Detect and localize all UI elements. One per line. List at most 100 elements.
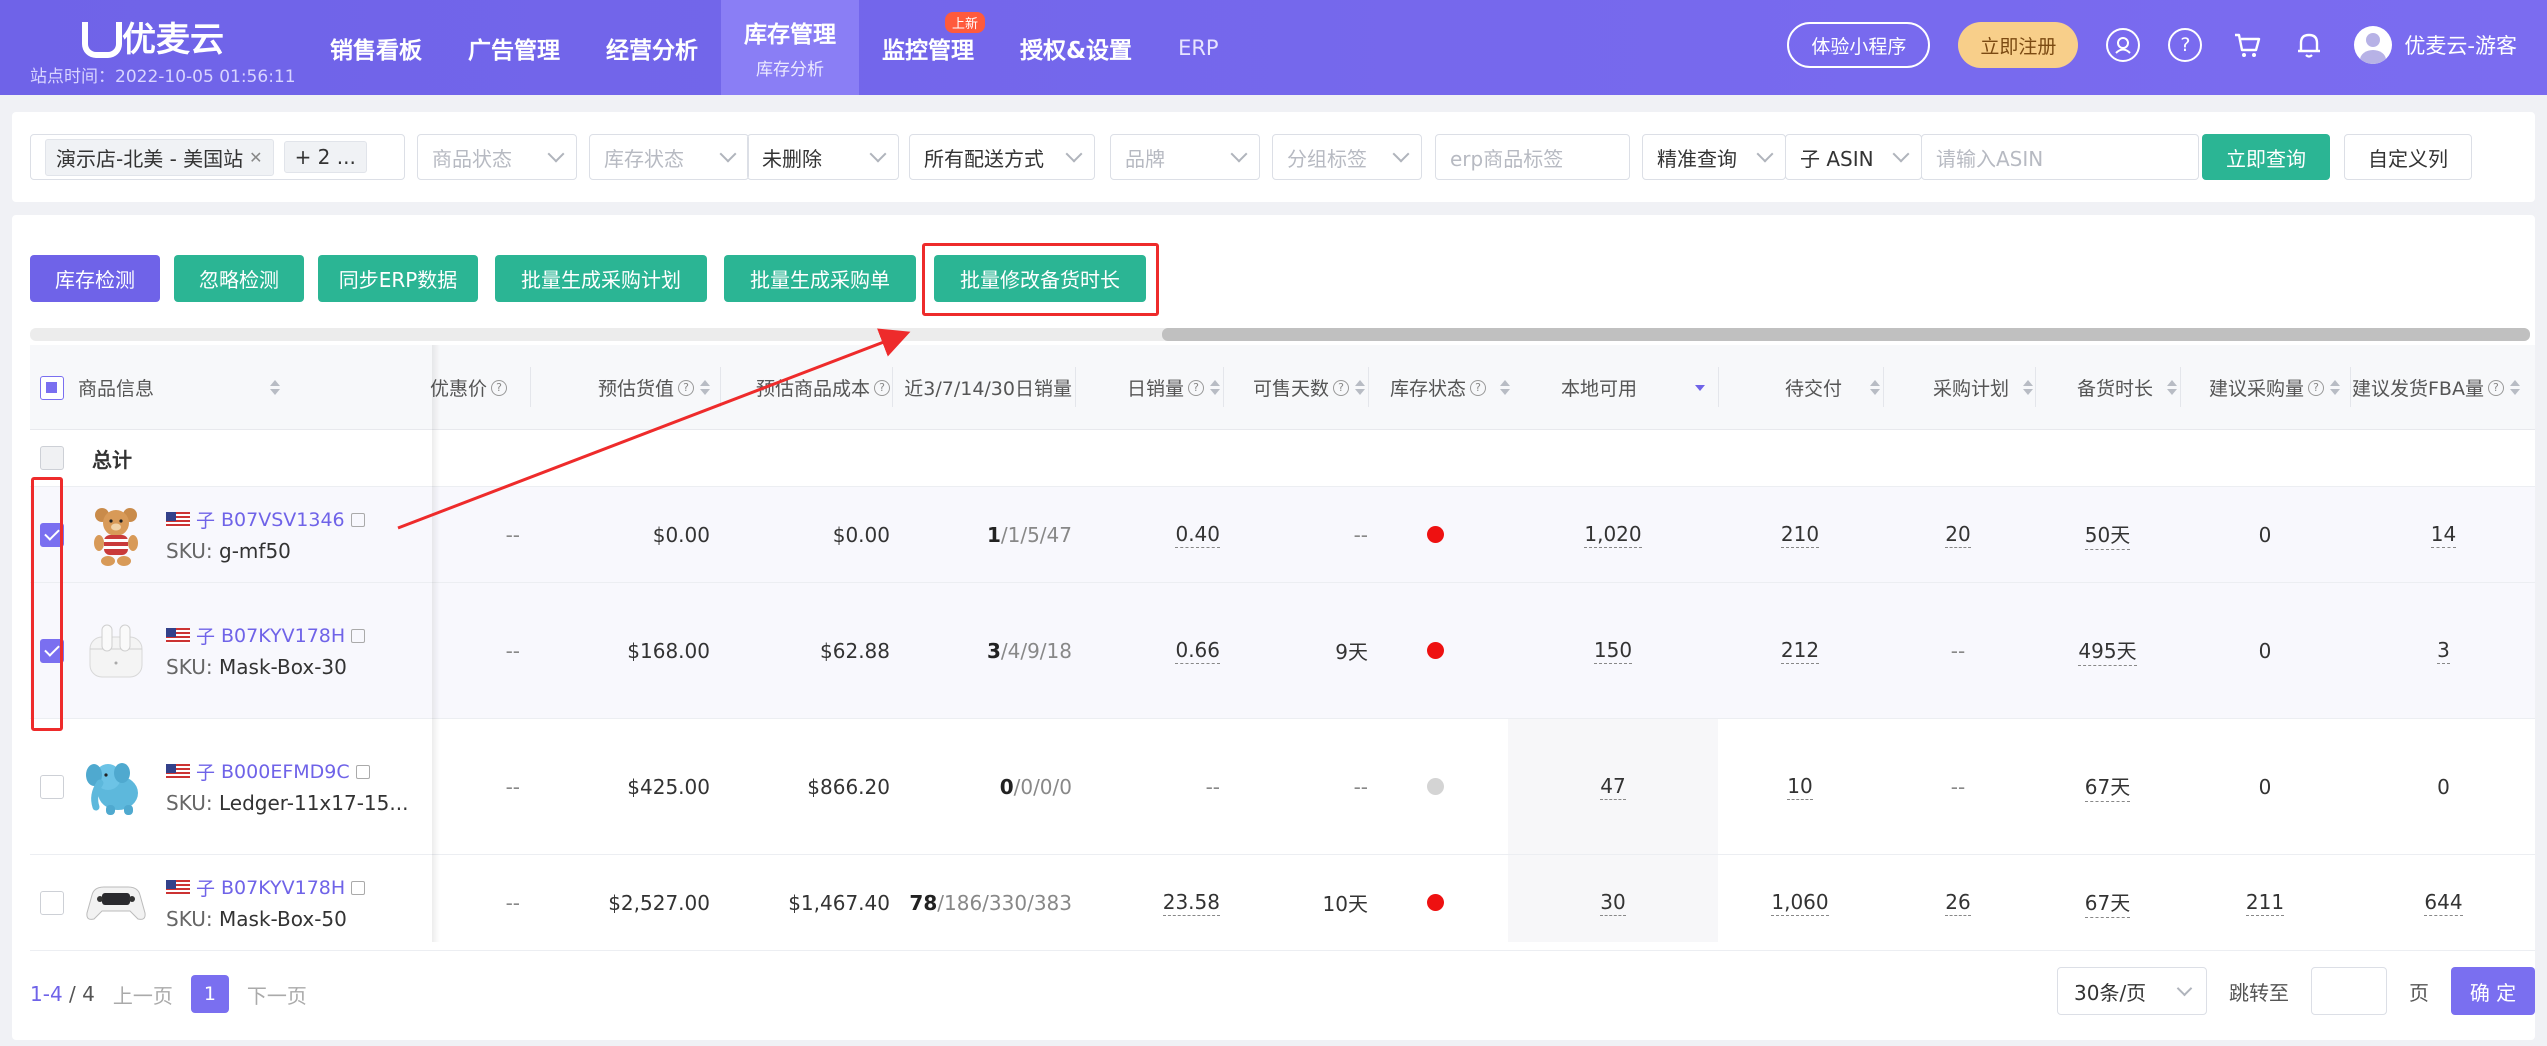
sort-product[interactable] xyxy=(250,345,280,430)
cell-daily-sales[interactable]: 0.40 xyxy=(1075,487,1220,582)
cell-local-available[interactable]: 1,020 xyxy=(1508,487,1718,582)
nav-erp[interactable]: ERP xyxy=(1155,0,1242,95)
brand-select[interactable]: 品牌 xyxy=(1110,134,1260,180)
th-pending-delivery[interactable]: 待交付 xyxy=(1720,345,1880,430)
mini-program-button[interactable]: 体验小程序 xyxy=(1787,22,1931,68)
erp-tag-input[interactable]: erp商品标签 xyxy=(1435,134,1630,180)
store-select[interactable]: 演示店-北美 - 美国站 ✕ + 2 ... xyxy=(30,134,405,180)
jump-confirm-button[interactable]: 确 定 xyxy=(2451,967,2535,1015)
th-stock-status[interactable]: 库存状态? xyxy=(1370,345,1510,430)
row-checkbox[interactable] xyxy=(40,719,64,854)
cell-local-available[interactable]: 47 xyxy=(1508,719,1718,854)
th-stock-duration[interactable]: 备货时长 xyxy=(2035,345,2177,430)
external-link-icon[interactable] xyxy=(350,512,365,527)
select-all-checkbox[interactable] xyxy=(40,345,64,430)
match-mode-select[interactable]: 精准查询 xyxy=(1642,134,1786,180)
cell-suggest-fba[interactable]: 644 xyxy=(2352,855,2535,950)
table-row[interactable]: 子 B07VSV1346 SKU: g-mf50 -- $0.00 $0.00 1… xyxy=(30,487,2535,583)
cell-pending-delivery[interactable]: 10 xyxy=(1720,719,1880,854)
cell-stock-duration[interactable]: 495天 xyxy=(2035,583,2180,718)
cell-local-available[interactable]: 30 xyxy=(1508,855,1718,950)
horizontal-scrollbar-thumb[interactable] xyxy=(1162,328,2530,341)
asin-link[interactable]: 子 B07VSV1346 xyxy=(166,506,365,533)
help-circle-icon[interactable]: ? xyxy=(1333,379,1349,396)
jump-page-input[interactable] xyxy=(2311,967,2387,1015)
custom-columns-button[interactable]: 自定义列 xyxy=(2344,134,2472,180)
external-link-icon[interactable] xyxy=(351,880,366,895)
cell-pending-delivery[interactable]: 1,060 xyxy=(1720,855,1880,950)
nav-monitor[interactable]: 监控管理 上新 xyxy=(859,0,997,95)
cell-stock-duration[interactable]: 67天 xyxy=(2035,855,2180,950)
cell-pending-delivery[interactable]: 210 xyxy=(1720,487,1880,582)
nav-analysis[interactable]: 经营分析 xyxy=(583,0,721,95)
nav-auth-settings[interactable]: 授权&设置 xyxy=(997,0,1155,95)
help-circle-icon[interactable]: ? xyxy=(1188,379,1204,396)
sync-erp-button[interactable]: 同步ERP数据 xyxy=(318,255,478,302)
th-discount[interactable]: 优惠价? xyxy=(430,345,530,430)
table-row[interactable]: 子 B07KYV178H SKU: Mask-Box-50 -- $2,527.0… xyxy=(30,855,2535,951)
group-tag-select[interactable]: 分组标签 xyxy=(1272,134,1422,180)
gen-purchase-plan-button[interactable]: 批量生成采购计划 xyxy=(495,255,707,302)
cell-suggest-fba[interactable]: 14 xyxy=(2352,487,2535,582)
stock-status-select[interactable]: 库存状态 xyxy=(589,134,749,180)
product-image-controller[interactable] xyxy=(82,869,150,937)
prev-page-button[interactable]: 上一页 xyxy=(113,980,173,1009)
product-image-elephant[interactable] xyxy=(82,753,150,821)
product-image-airpods[interactable] xyxy=(82,617,150,685)
product-image-bear[interactable] xyxy=(82,501,150,569)
cell-suggest-fba[interactable]: 3 xyxy=(2352,583,2535,718)
inventory-check-button[interactable]: 库存检测 xyxy=(30,255,160,302)
user-menu[interactable]: 优麦云-游客 xyxy=(2354,26,2517,64)
th-suggest-purchase[interactable]: 建议采购量? xyxy=(2180,345,2340,430)
asin-link[interactable]: 子 B07KYV178H xyxy=(166,622,366,649)
nav-sales-board[interactable]: 销售看板 xyxy=(307,0,445,95)
row-checkbox[interactable] xyxy=(40,855,64,950)
asin-link[interactable]: 子 B000EFMD9C xyxy=(166,758,408,785)
cart-icon[interactable] xyxy=(2230,28,2264,62)
register-button[interactable]: 立即注册 xyxy=(1958,22,2079,68)
shipping-select[interactable]: 所有配送方式 xyxy=(909,134,1095,180)
nav-inventory[interactable]: 库存管理 库存分析 xyxy=(721,0,859,95)
cell-daily-sales[interactable]: 0.66 xyxy=(1075,583,1220,718)
help-circle-icon[interactable]: ? xyxy=(2308,379,2324,396)
th-suggest-fba[interactable]: 建议发货FBA量? xyxy=(2352,345,2535,430)
cell-local-available[interactable]: 150 xyxy=(1508,583,1718,718)
th-purchase-plan[interactable]: 采购计划 xyxy=(1883,345,2033,430)
th-local-available[interactable]: 本地可用 xyxy=(1520,345,1705,430)
query-button[interactable]: 立即查询 xyxy=(2202,134,2330,180)
asin-link[interactable]: 子 B07KYV178H xyxy=(166,874,366,901)
table-row[interactable]: 子 B07KYV178H SKU: Mask-Box-30 -- $168.00 … xyxy=(30,583,2535,719)
deleted-select[interactable]: 未删除 xyxy=(747,134,899,180)
help-circle-icon[interactable]: ? xyxy=(491,379,508,396)
product-status-select[interactable]: 商品状态 xyxy=(417,134,577,180)
help-circle-icon[interactable]: ? xyxy=(2487,379,2504,396)
th-sellable-days[interactable]: 可售天数? xyxy=(1223,345,1365,430)
asin-search-input[interactable]: 请输入ASIN xyxy=(1921,134,2199,180)
cell-daily-sales[interactable]: 23.58 xyxy=(1075,855,1220,950)
current-page[interactable]: 1 xyxy=(190,975,229,1013)
ignore-check-button[interactable]: 忽略检测 xyxy=(174,255,304,302)
cell-stock-duration[interactable]: 50天 xyxy=(2035,487,2180,582)
brand-logo[interactable]: 优麦云 xyxy=(82,12,224,61)
cell-purchase-plan[interactable]: 20 xyxy=(1883,487,2033,582)
help-circle-icon[interactable]: ? xyxy=(874,379,890,396)
gen-purchase-order-button[interactable]: 批量生成采购单 xyxy=(724,255,916,302)
next-page-button[interactable]: 下一页 xyxy=(247,980,307,1009)
th-est-cost[interactable]: 预估商品成本? xyxy=(730,345,890,430)
cell-stock-duration[interactable]: 67天 xyxy=(2035,719,2180,854)
help-icon[interactable]: ? xyxy=(2168,28,2203,62)
th-daily-sales[interactable]: 日销量? xyxy=(1075,345,1220,430)
external-link-icon[interactable] xyxy=(355,764,370,779)
close-icon[interactable]: ✕ xyxy=(249,148,262,167)
table-row[interactable]: 子 B000EFMD9C SKU: Ledger-11x17-15... -- $… xyxy=(30,719,2535,855)
bell-icon[interactable] xyxy=(2292,28,2326,62)
nav-ads[interactable]: 广告管理 xyxy=(445,0,583,95)
support-icon[interactable] xyxy=(2106,28,2141,62)
cell-suggest-purchase[interactable]: 211 xyxy=(2180,855,2350,950)
external-link-icon[interactable] xyxy=(351,628,366,643)
help-circle-icon[interactable]: ? xyxy=(678,379,694,396)
cell-pending-delivery[interactable]: 212 xyxy=(1720,583,1880,718)
th-est-value[interactable]: 预估货值? xyxy=(550,345,710,430)
page-size-select[interactable]: 30条/页 xyxy=(2057,967,2207,1015)
asin-type-select[interactable]: 子 ASIN xyxy=(1785,134,1922,180)
